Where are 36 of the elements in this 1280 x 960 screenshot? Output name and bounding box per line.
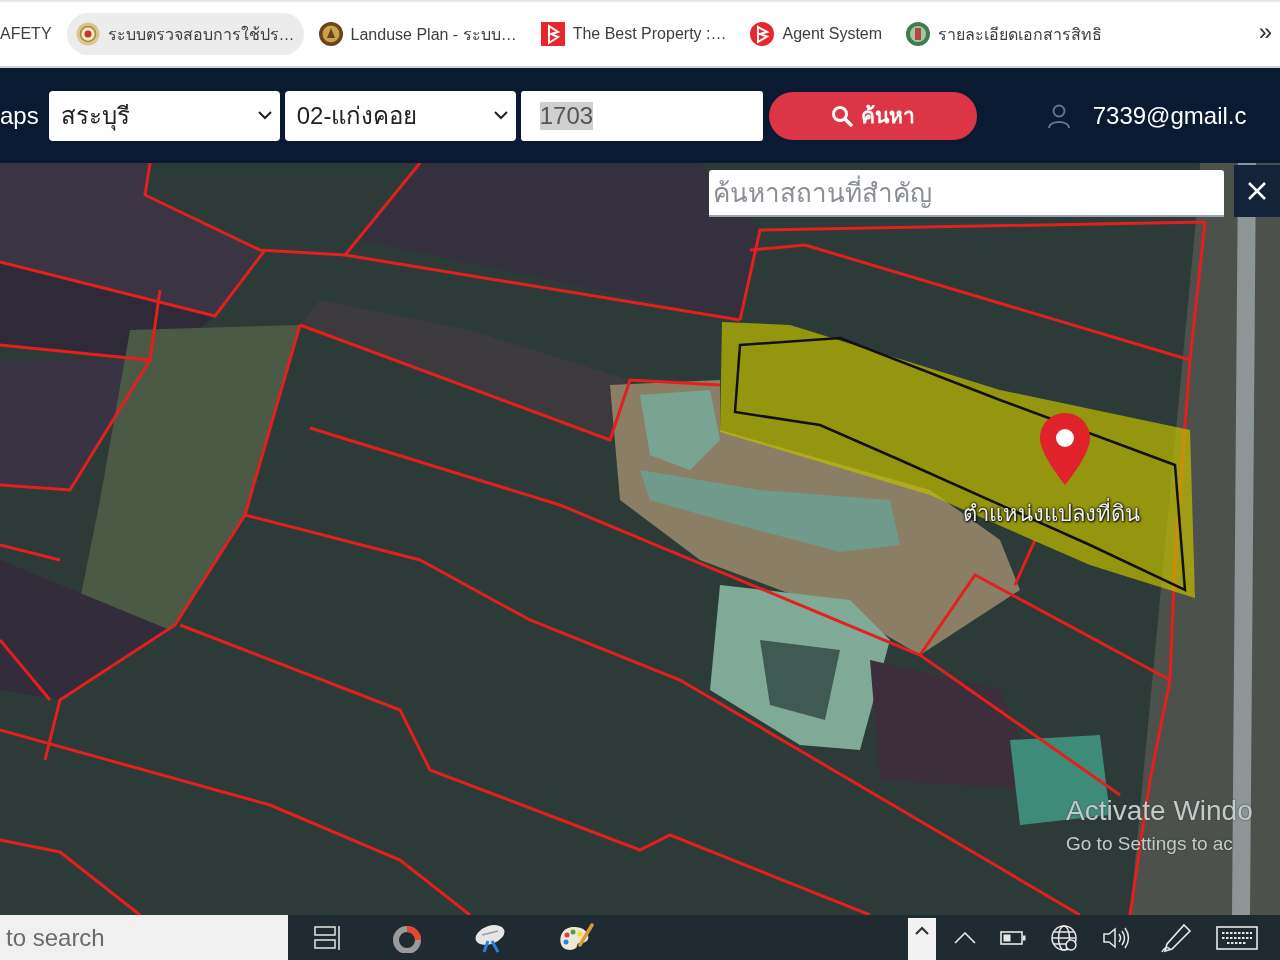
battery-icon[interactable]	[1000, 930, 1026, 945]
emblem-icon	[318, 22, 343, 46]
bookmark-link[interactable]: ระบบตรวจสอบการใช้ปร…	[66, 13, 304, 55]
show-hidden-icons-button[interactable]	[908, 918, 936, 960]
bookmark-link[interactable]: The Best Property :…	[531, 13, 736, 55]
seal-icon	[75, 22, 100, 46]
search-button[interactable]: ค้นหา	[768, 91, 977, 140]
logo-icon	[540, 22, 565, 46]
emblem-icon	[906, 22, 931, 46]
search-icon	[830, 104, 853, 127]
palette-icon[interactable]	[558, 922, 594, 953]
user-icon	[1046, 102, 1071, 129]
chevron-up-icon[interactable]	[954, 931, 976, 944]
taskbar-search-field[interactable]: to search	[0, 915, 288, 960]
user-email: 7339@gmail.c	[1092, 101, 1247, 130]
bookmark-link[interactable]: Agent System	[741, 13, 892, 55]
close-button[interactable]	[1234, 165, 1280, 217]
chevron-down-icon	[493, 111, 508, 120]
globe-icon[interactable]	[1050, 923, 1078, 952]
more-bookmarks-button[interactable]: »	[1254, 18, 1280, 50]
keyboard-icon[interactable]	[1216, 925, 1258, 950]
bookmark-link[interactable]: Landuse Plan - ระบบ…	[309, 13, 526, 55]
map-pin-icon[interactable]	[1040, 413, 1090, 485]
parcel-number-field[interactable]: 1703	[520, 90, 763, 141]
bookmark-link[interactable]: รายละเอียดเอกสารสิทธิ	[897, 13, 1112, 55]
pen-icon[interactable]	[1160, 922, 1192, 953]
app-title: aps	[0, 101, 39, 130]
province-select[interactable]: สระบุรี	[48, 90, 280, 141]
district-select[interactable]: 02-แก่งคอย	[284, 90, 516, 141]
task-view-icon[interactable]	[314, 924, 342, 951]
speaker-icon[interactable]	[1102, 925, 1130, 950]
chevron-up-icon	[915, 926, 929, 935]
bookmark-link[interactable]: AFETY	[0, 13, 61, 55]
chevron-down-icon	[257, 111, 272, 120]
logo-icon	[750, 22, 775, 46]
close-icon	[1248, 182, 1266, 200]
